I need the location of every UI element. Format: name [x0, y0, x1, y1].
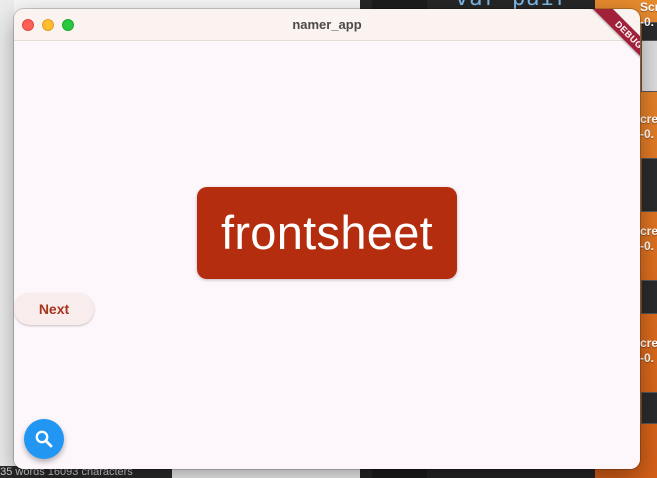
desktop-thumbnail[interactable]	[641, 280, 657, 314]
app-content: frontsheet Next	[14, 41, 640, 469]
title-bar[interactable]: namer_app	[14, 9, 640, 41]
desktop-file-label[interactable]: cre -0.	[640, 224, 657, 254]
next-button[interactable]: Next	[14, 293, 94, 325]
window-title: namer_app	[292, 17, 362, 32]
app-window: namer_app frontsheet Next DEBUG	[14, 9, 640, 469]
desktop-file-label[interactable]: Scre -0.	[640, 0, 657, 30]
desktop-thumbnail[interactable]	[641, 158, 657, 212]
search-fab-button[interactable]	[24, 419, 64, 459]
background-window-edge	[0, 0, 14, 478]
desktop-file-label[interactable]: cre -0.	[640, 112, 657, 142]
desktop-thumbnail[interactable]	[641, 40, 657, 92]
search-icon	[35, 430, 53, 448]
desktop-thumbnail[interactable]	[641, 392, 657, 424]
desktop-file-label[interactable]: cre -0.	[640, 336, 657, 366]
word-pair-card: frontsheet	[197, 187, 457, 279]
word-pair-text: frontsheet	[220, 206, 434, 259]
